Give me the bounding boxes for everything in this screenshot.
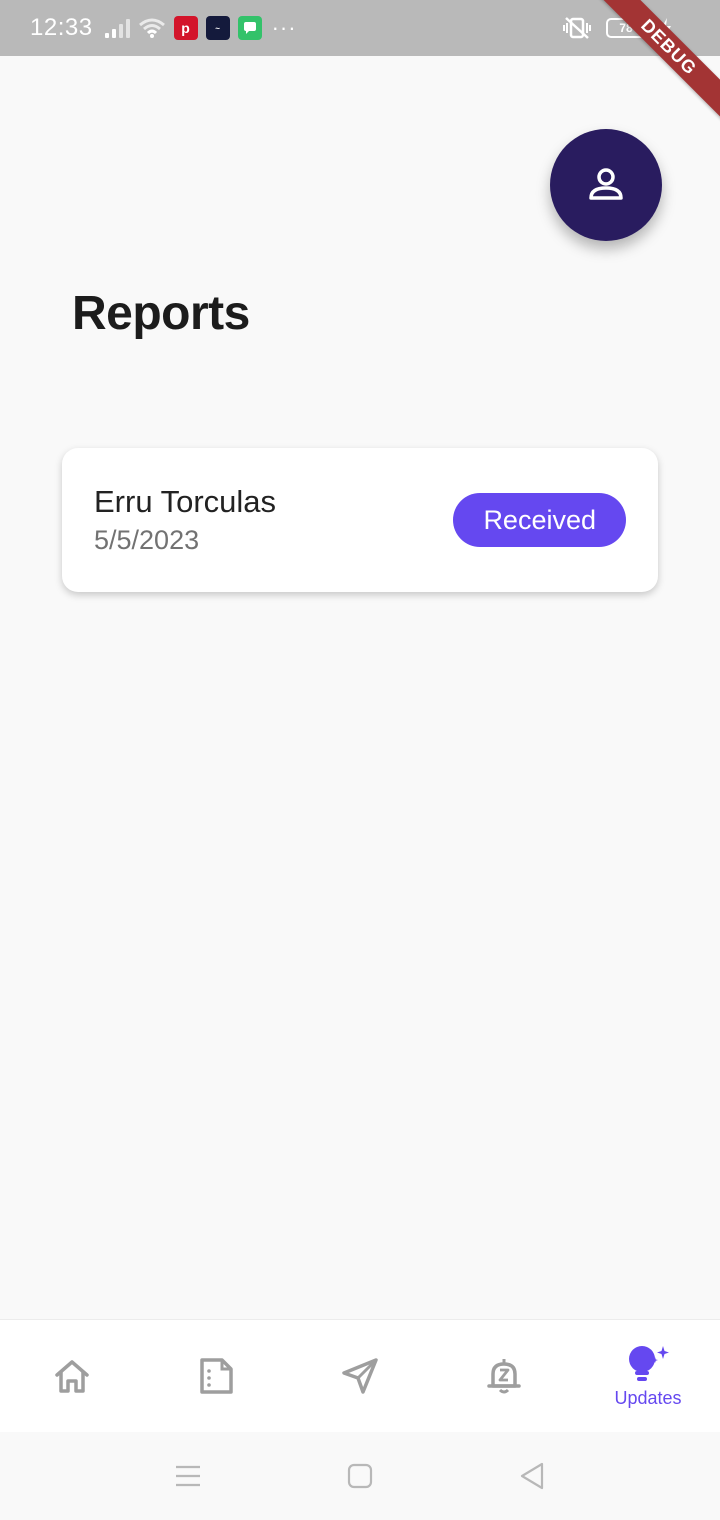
nav-item-notifications[interactable] bbox=[432, 1320, 576, 1432]
lightbulb-icon bbox=[629, 1345, 669, 1381]
home-icon bbox=[55, 1360, 89, 1393]
system-menu-button[interactable] bbox=[102, 1464, 274, 1488]
signal-icon bbox=[104, 18, 130, 38]
home-square-icon bbox=[347, 1463, 373, 1489]
snooze-bell-icon bbox=[487, 1359, 521, 1394]
send-icon bbox=[342, 1358, 378, 1394]
report-text: Erru Torculas 5/5/2023 bbox=[94, 482, 276, 558]
nav-item-send[interactable] bbox=[288, 1320, 432, 1432]
system-back-button[interactable] bbox=[446, 1462, 618, 1490]
nav-item-updates[interactable]: Updates bbox=[576, 1320, 720, 1432]
menu-icon bbox=[176, 1465, 200, 1487]
pinterest-icon: p bbox=[173, 16, 198, 40]
nav-label-updates: Updates bbox=[614, 1387, 682, 1408]
status-badge: Received bbox=[453, 493, 626, 547]
nav-item-documents[interactable] bbox=[144, 1320, 288, 1432]
app-notification-icon: ~ bbox=[205, 16, 230, 40]
messages-icon bbox=[237, 16, 262, 40]
bottom-nav: Updates bbox=[0, 1319, 720, 1432]
page-title: Reports bbox=[72, 287, 250, 340]
system-home-button[interactable] bbox=[274, 1463, 446, 1489]
status-left-icons: p ~ ··· bbox=[104, 15, 297, 41]
report-name: Erru Torculas bbox=[94, 484, 277, 519]
profile-button[interactable] bbox=[550, 129, 662, 241]
wifi-icon bbox=[138, 18, 165, 38]
system-nav-bar bbox=[0, 1432, 720, 1520]
document-icon bbox=[200, 1358, 233, 1394]
report-card[interactable]: Erru Torculas 5/5/2023 Received bbox=[62, 448, 658, 592]
status-more-indicator: ··· bbox=[271, 15, 297, 40]
nav-item-home[interactable] bbox=[0, 1320, 144, 1432]
person-icon bbox=[589, 168, 623, 200]
back-icon bbox=[520, 1462, 544, 1490]
report-date: 5/5/2023 bbox=[94, 525, 200, 555]
status-time: 12:33 bbox=[30, 14, 93, 41]
vibrate-icon bbox=[563, 17, 591, 39]
